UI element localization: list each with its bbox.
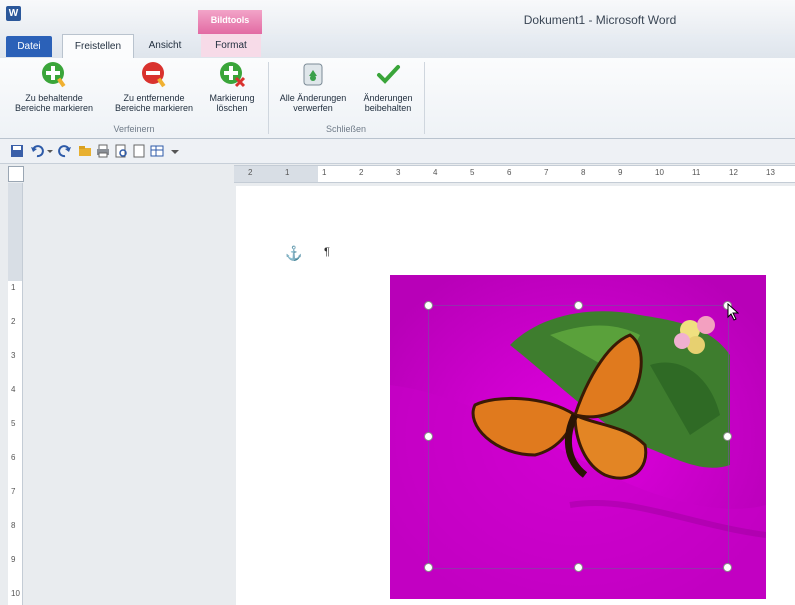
vertical-ruler[interactable]: 1 2 3 4 5 6 7 8 9 10 [8,183,23,605]
resize-handle-top-left[interactable] [424,301,433,310]
ruler-tick-label: 1 [11,283,16,292]
undo-dropdown-icon[interactable] [46,144,54,158]
ruler-tick-label: 6 [11,453,16,462]
tab-freistellen[interactable]: Freistellen [62,34,134,59]
tab-datei[interactable]: Datei [6,36,52,57]
horizontal-ruler[interactable]: 2 1 1 2 3 4 5 6 7 8 9 10 11 12 13 [234,165,795,183]
group-divider [424,62,425,134]
new-icon[interactable] [132,144,146,158]
ruler-tick-label: 5 [11,419,16,428]
word-app-icon[interactable]: W [6,6,21,21]
tab-selector[interactable] [8,166,24,182]
table-icon[interactable] [150,144,164,158]
ruler-tick-label: 5 [470,168,475,177]
ruler-tick-label: 9 [11,555,16,564]
ruler-tick-label: 9 [618,168,623,177]
save-icon[interactable] [10,144,24,158]
group-divider [268,62,269,134]
discard-label-line1: Alle Änderungen [279,93,347,103]
window-title: Dokument1 - Microsoft Word [523,13,677,27]
ruler-ticks: 2 1 1 2 3 4 5 6 7 8 9 10 11 12 13 [234,166,795,182]
resize-handle-right[interactable] [723,432,732,441]
mark-areas-to-remove-button[interactable]: Zu entfernende Bereiche markieren [104,60,204,113]
recycle-bin-icon [303,63,323,86]
ruler-tick-label: 7 [544,168,549,177]
print-preview-icon[interactable] [114,144,128,158]
resize-handle-top[interactable] [574,301,583,310]
minus-pencil-icon [142,62,166,88]
mark-keep-label-line1: Zu behaltende [25,93,83,103]
tab-format[interactable]: Format [201,34,261,57]
discard-all-changes-button[interactable]: Alle Änderungen verwerfen [270,60,356,113]
ruler-tick-label: 1 [322,168,327,177]
mark-areas-to-keep-button[interactable]: Zu behaltende Bereiche markieren [4,60,104,113]
resize-handle-left[interactable] [424,432,433,441]
resize-handle-bottom-right[interactable] [723,563,732,572]
ribbon-tab-row: Datei Freistellen Ansicht Format [0,34,795,59]
ruler-tick-label: 1 [285,168,290,177]
resize-handle-bottom-left[interactable] [424,563,433,572]
ruler-tick-label: 2 [248,168,253,177]
plus-delete-icon [220,62,246,88]
keep-area-selection[interactable] [428,305,729,569]
quick-access-toolbar [0,139,795,164]
keep-changes-button[interactable]: Änderungen beibehalten [354,60,422,113]
ruler-tick-label: 6 [507,168,512,177]
ruler-tick-label: 11 [692,168,701,177]
mouse-pointer-icon [727,303,739,321]
keep-changes-label-line1: Änderungen [363,93,413,103]
anchor-icon: ⚓ [285,245,303,261]
ruler-tick-label: 12 [729,168,738,177]
redo-icon[interactable] [58,144,72,158]
mark-remove-label-line2: Bereiche markieren [114,103,194,113]
bildtools-context-header: Bildtools [198,10,262,34]
ribbon: Zu behaltende Bereiche markieren Zu entf… [0,58,795,139]
ruler-tick-label: 10 [11,589,20,598]
delete-mark-button[interactable]: Markierung löschen [200,60,264,113]
ruler-tick-label: 2 [11,317,16,326]
discard-label-line2: verwerfen [293,103,333,113]
keep-changes-label-line2: beibehalten [364,103,412,113]
customize-dropdown-icon[interactable] [170,144,180,158]
delete-mark-label-line2: löschen [216,103,248,113]
undo-icon[interactable] [30,144,44,158]
tab-ansicht[interactable]: Ansicht [140,34,190,57]
ruler-tick-label: 2 [359,168,364,177]
delete-mark-label-line1: Markierung [209,93,255,103]
mark-keep-label-line2: Bereiche markieren [14,103,94,113]
ruler-tick-label: 8 [581,168,586,177]
ruler-tick-label: 8 [11,521,16,530]
ruler-tick-label: 3 [396,168,401,177]
group-label-close: Schließen [325,124,367,134]
checkmark-icon [377,65,400,84]
plus-pencil-icon [42,62,66,88]
ruler-tick-label: 4 [11,385,16,394]
ruler-ticks: 1 2 3 4 5 6 7 8 9 10 [8,183,22,605]
mark-remove-label-line1: Zu entfernende [123,93,185,103]
print-icon[interactable] [96,144,110,158]
ruler-tick-label: 7 [11,487,16,496]
open-icon[interactable] [78,144,92,158]
ruler-tick-label: 10 [655,168,664,177]
paragraph-mark: ¶ [324,246,330,258]
resize-handle-bottom[interactable] [574,563,583,572]
group-label-refine: Verfeinern [113,124,155,134]
title-bar: W Bildtools Dokument1 - Microsoft Word [0,0,795,34]
ruler-tick-label: 13 [766,168,775,177]
ruler-tick-label: 3 [11,351,16,360]
ruler-tick-label: 4 [433,168,438,177]
